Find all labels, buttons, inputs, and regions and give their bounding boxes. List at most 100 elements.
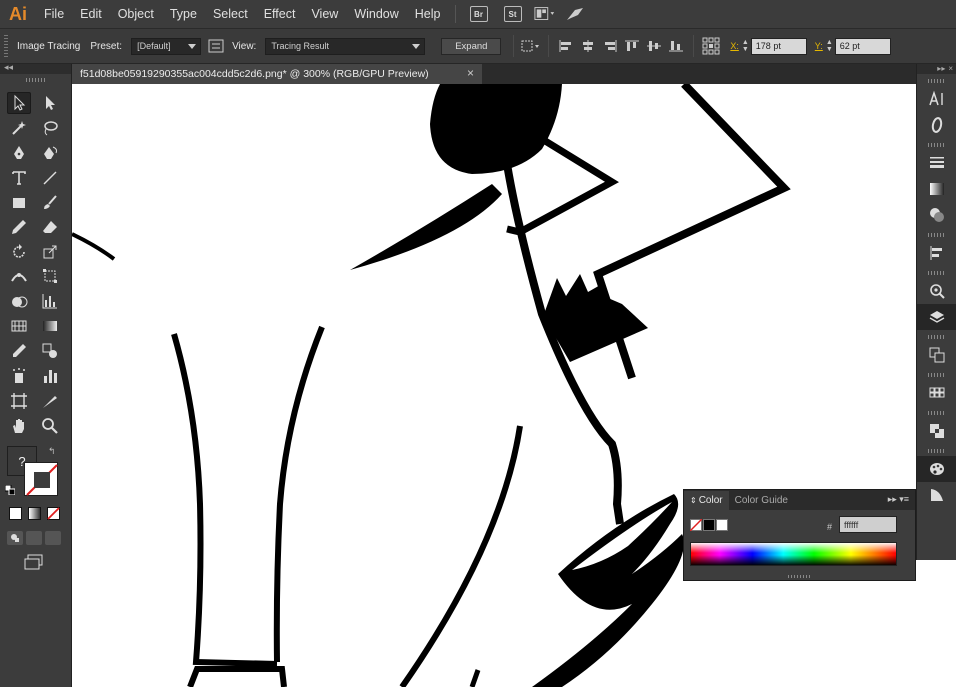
none-swatch[interactable] <box>690 519 702 531</box>
menu-edit[interactable]: Edit <box>72 0 110 28</box>
stroke-panel-icon[interactable] <box>917 150 956 176</box>
dock-grip[interactable] <box>927 271 946 275</box>
preset-dropdown[interactable]: [Default] <box>131 37 202 55</box>
panel-resize-grip[interactable] <box>788 575 810 578</box>
menu-select[interactable]: Select <box>205 0 256 28</box>
align-middle-icon[interactable] <box>643 36 665 56</box>
graph-tool[interactable] <box>38 290 62 312</box>
expand-button[interactable]: Expand <box>441 37 502 55</box>
gradient-tool[interactable] <box>38 315 62 337</box>
hex-color-field[interactable]: ffffff <box>839 516 897 533</box>
blend-tool[interactable] <box>38 340 62 362</box>
panel-menu-icon[interactable]: ▸▸ ▾≡ <box>888 494 909 505</box>
menu-window[interactable]: Window <box>346 0 406 28</box>
menu-object[interactable]: Object <box>110 0 162 28</box>
pen-tool[interactable] <box>7 142 31 164</box>
image-trace-panel-icon[interactable] <box>917 278 956 304</box>
dock-grip[interactable] <box>927 335 946 339</box>
document-tab[interactable]: f51d08be05919290355ac004cdd5c2d6.png* @ … <box>72 64 482 84</box>
eraser-tool[interactable] <box>38 216 62 238</box>
align-left-icon[interactable] <box>555 36 577 56</box>
dock-grip[interactable] <box>927 373 946 377</box>
tab-color[interactable]: ⇕ Color <box>684 491 729 510</box>
draw-behind-icon[interactable] <box>26 531 42 545</box>
close-icon[interactable]: × <box>467 66 474 80</box>
image-trace-panel-icon[interactable] <box>205 36 227 56</box>
menu-effect[interactable]: Effect <box>256 0 304 28</box>
color-spectrum[interactable] <box>690 542 897 566</box>
none-mode-icon[interactable] <box>47 507 60 520</box>
collapse-icon[interactable]: ◂◂ <box>4 62 13 73</box>
free-transform-tool[interactable] <box>38 265 62 287</box>
color-mode-icon[interactable] <box>9 507 22 520</box>
align-bottom-icon[interactable] <box>665 36 687 56</box>
column-graph-tool[interactable] <box>38 365 62 387</box>
hand-tool[interactable] <box>7 415 31 437</box>
tools-panel-grip[interactable] <box>25 78 46 82</box>
black-swatch[interactable] <box>703 519 715 531</box>
selection-tool[interactable] <box>7 92 31 114</box>
magic-wand-tool[interactable] <box>7 117 31 139</box>
zoom-tool[interactable] <box>38 415 62 437</box>
expand-panels-icon[interactable]: ▸▸ <box>937 64 945 74</box>
perspective-grid-tool[interactable] <box>7 315 31 337</box>
dock-grip[interactable] <box>927 449 946 453</box>
y-stepper-icon[interactable]: ▲ ▼ <box>826 39 833 53</box>
dock-grip[interactable] <box>927 411 946 415</box>
close-dock-icon[interactable]: × <box>948 64 953 74</box>
control-bar-grip[interactable] <box>4 35 8 57</box>
artboard-canvas[interactable] <box>72 84 916 687</box>
shape-builder-tool[interactable] <box>7 290 31 312</box>
align-panel-icon[interactable] <box>917 240 956 266</box>
paintbrush-tool[interactable] <box>38 192 62 214</box>
reference-point-icon[interactable] <box>700 36 722 56</box>
select-similar-icon[interactable] <box>520 36 542 56</box>
rotate-tool[interactable] <box>7 241 31 263</box>
transparency-panel-icon[interactable] <box>917 202 956 228</box>
curvature-tool[interactable] <box>38 142 62 164</box>
rectangle-tool[interactable] <box>7 192 31 214</box>
menu-file[interactable]: File <box>36 0 72 28</box>
white-swatch[interactable] <box>716 519 728 531</box>
opentype-panel-icon[interactable] <box>917 112 956 138</box>
pathfinder-panel-icon[interactable] <box>917 418 956 444</box>
view-dropdown[interactable]: Tracing Result <box>265 37 426 55</box>
x-field[interactable]: 178 pt <box>750 37 807 55</box>
arrange-documents-icon[interactable] <box>533 4 556 24</box>
dock-grip[interactable] <box>927 79 946 83</box>
tab-color-guide[interactable]: Color Guide <box>729 491 794 510</box>
slice-tool[interactable] <box>38 390 62 412</box>
y-field[interactable]: 62 pt <box>834 37 891 55</box>
layers-panel-icon[interactable] <box>917 304 956 330</box>
align-top-icon[interactable] <box>621 36 643 56</box>
stock-button[interactable]: St <box>503 6 522 22</box>
character-panel-icon[interactable] <box>917 86 956 112</box>
gradient-panel-icon[interactable] <box>917 176 956 202</box>
color-panel-icon[interactable] <box>917 456 956 482</box>
menu-help[interactable]: Help <box>407 0 449 28</box>
swatches-panel-icon[interactable] <box>917 380 956 406</box>
swap-fill-stroke-icon[interactable]: ↰ <box>48 446 56 457</box>
draw-normal-icon[interactable] <box>7 531 23 545</box>
align-center-icon[interactable] <box>577 36 599 56</box>
scale-tool[interactable] <box>38 241 62 263</box>
eyedropper-tool[interactable] <box>7 340 31 362</box>
menu-view[interactable]: View <box>303 0 346 28</box>
x-stepper-icon[interactable]: ▲ ▼ <box>742 39 749 53</box>
gradient-mode-icon[interactable] <box>28 507 41 520</box>
align-right-icon[interactable] <box>599 36 621 56</box>
traced-artwork[interactable] <box>72 84 916 687</box>
default-fill-stroke-icon[interactable] <box>4 484 16 496</box>
color-guide-panel-icon[interactable] <box>917 482 956 508</box>
type-tool[interactable] <box>7 167 31 189</box>
draw-inside-icon[interactable] <box>45 531 61 545</box>
menu-type[interactable]: Type <box>162 0 205 28</box>
direct-selection-tool[interactable] <box>38 92 62 114</box>
width-tool[interactable] <box>7 265 31 287</box>
image-tracing-label[interactable]: Image Tracing <box>17 41 80 52</box>
symbol-sprayer-tool[interactable] <box>7 365 31 387</box>
artboard-tool[interactable] <box>7 390 31 412</box>
artboards-panel-icon[interactable] <box>917 342 956 368</box>
lasso-tool[interactable] <box>38 117 62 139</box>
stroke-swatch[interactable] <box>24 462 58 496</box>
